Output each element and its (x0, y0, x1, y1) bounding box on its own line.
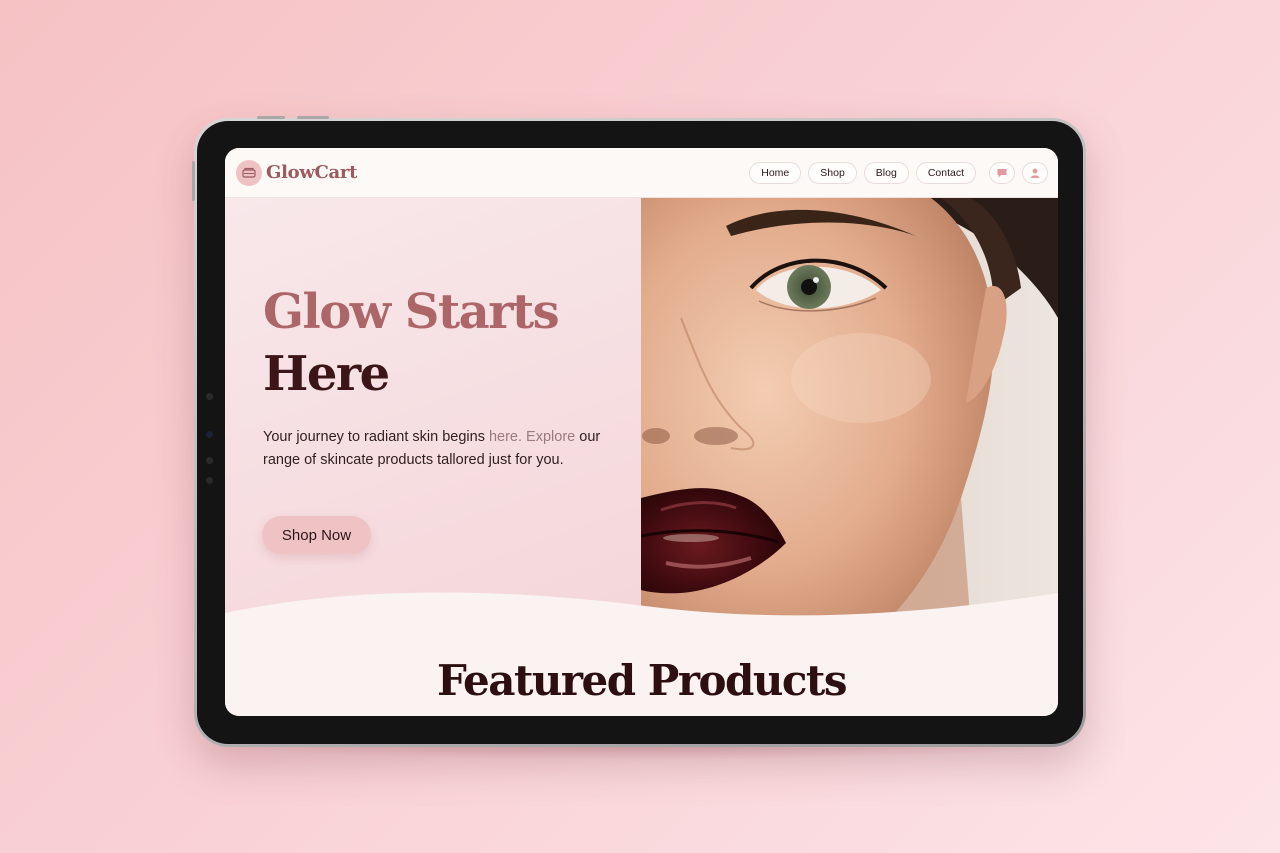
logo-icon[interactable] (236, 159, 262, 186)
camera-dot (206, 393, 213, 400)
hero-description-main: Your journey to radiant skin begins (263, 429, 489, 445)
nav-home[interactable]: Home (749, 161, 802, 184)
chat-button[interactable] (989, 161, 1015, 184)
account-button[interactable] (1022, 161, 1048, 184)
top-button (297, 116, 329, 119)
tablet-device: GlowCart Home Shop Blog Contact Glow Sta… (192, 116, 1086, 747)
hero-description-light: here. Explore (488, 429, 576, 445)
hero-portrait-image (641, 198, 1058, 628)
nav-links: Home Shop Blog Contact (749, 161, 1048, 184)
power-button (257, 116, 285, 119)
shop-now-button[interactable]: Shop Now (262, 516, 371, 554)
featured-products-heading: Featured Products (437, 656, 847, 705)
hero-title-line1: Glow Starts (263, 284, 560, 340)
volume-button (192, 161, 195, 201)
nav-blog[interactable]: Blog (863, 161, 909, 184)
hero-text-panel: Glow Starts Here Your journey to radiant… (225, 198, 641, 628)
portrait-illustration (641, 198, 1058, 628)
brand-name[interactable]: GlowCart (266, 162, 357, 183)
nav-contact[interactable]: Contact (915, 161, 976, 184)
tablet-bezel: GlowCart Home Shop Blog Contact Glow Sta… (192, 116, 1083, 744)
camera-lens (206, 431, 213, 438)
top-navbar: GlowCart Home Shop Blog Contact (225, 148, 1058, 198)
hero-title-line2: Here (263, 346, 390, 402)
nav-shop[interactable]: Shop (808, 161, 857, 184)
sensor-dot-2 (206, 477, 213, 484)
user-icon (1030, 168, 1040, 178)
sensor-dot (206, 457, 213, 464)
website-screen: GlowCart Home Shop Blog Contact Glow Sta… (225, 148, 1058, 716)
chat-icon (997, 168, 1007, 177)
hero-description: Your journey to radiant skin begins here… (263, 426, 608, 472)
